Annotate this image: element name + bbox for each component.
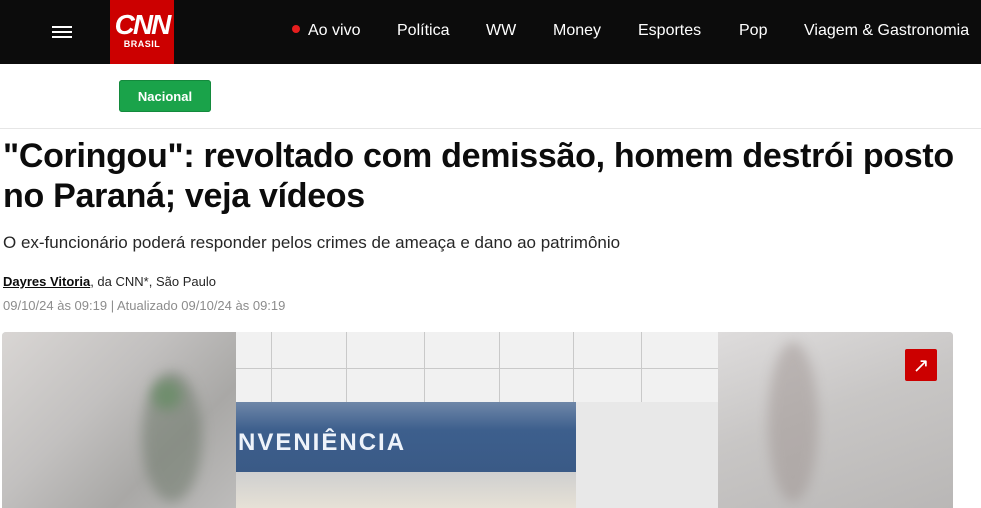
logo-subtext: BRASIL bbox=[123, 39, 161, 49]
live-dot-icon bbox=[292, 25, 300, 33]
expand-arrow-icon: ↗ bbox=[912, 353, 930, 377]
article-video[interactable]: NVENIÊNCIA bbox=[2, 332, 953, 508]
article-byline: Dayres Vitoria, da CNN*, São Paulo bbox=[3, 274, 216, 289]
store-front bbox=[236, 472, 576, 508]
article-dates: 09/10/24 às 09:19 | Atualizado 09/10/24 … bbox=[3, 298, 286, 313]
cnn-brasil-logo[interactable]: CNN BRASIL bbox=[110, 0, 174, 64]
nav-item-viagem-gastronomia[interactable]: Viagem & Gastronomia bbox=[804, 22, 969, 40]
nav-item-ww[interactable]: WW bbox=[486, 22, 516, 40]
video-frame: NVENIÊNCIA bbox=[236, 332, 718, 508]
article-headline: "Coringou": revoltado com demissão, home… bbox=[3, 137, 954, 215]
hamburger-menu-icon[interactable] bbox=[52, 24, 72, 40]
section-tag-nacional[interactable]: Nacional bbox=[119, 80, 211, 112]
video-blur-left bbox=[2, 332, 236, 508]
logo-text: CNN bbox=[114, 9, 172, 40]
nav-item-pop[interactable]: Pop bbox=[739, 22, 767, 40]
nav-label: Ao vivo bbox=[308, 22, 361, 39]
expand-button[interactable]: ↗ bbox=[905, 349, 937, 381]
section-bar: Nacional bbox=[0, 64, 981, 129]
author-link[interactable]: Dayres Vitoria bbox=[3, 274, 90, 289]
store-sign: NVENIÊNCIA bbox=[236, 402, 576, 472]
main-nav: Ao vivo Política WW Money Esportes Pop V… bbox=[290, 0, 981, 64]
pillar bbox=[576, 402, 718, 508]
nav-item-ao-vivo[interactable]: Ao vivo bbox=[292, 22, 360, 40]
article-subtitle: O ex-funcionário poderá responder pelos … bbox=[3, 233, 621, 252]
store-sign-text: NVENIÊNCIA bbox=[238, 429, 407, 456]
nav-item-politica[interactable]: Política bbox=[397, 22, 449, 40]
byline-rest: , da CNN*, São Paulo bbox=[90, 274, 216, 289]
top-navigation-bar: CNN BRASIL Ao vivo Política WW Money Esp… bbox=[0, 0, 981, 64]
nav-item-money[interactable]: Money bbox=[553, 22, 601, 40]
nav-item-esportes[interactable]: Esportes bbox=[638, 22, 701, 40]
